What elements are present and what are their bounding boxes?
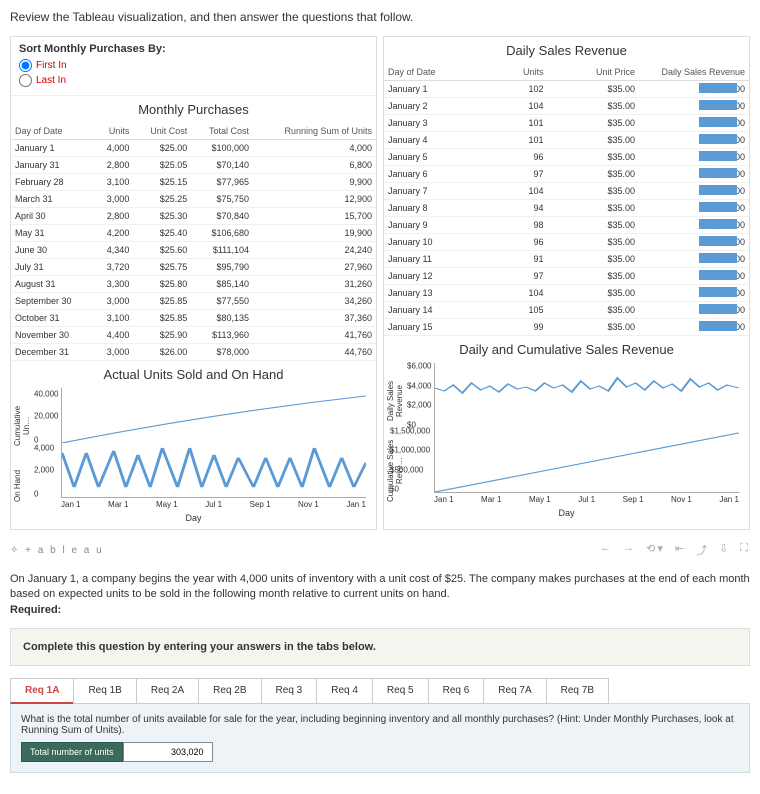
table-row: January 596$35.00$3,360.00: [384, 149, 749, 166]
table-row: January 4101$35.00$3,535.00: [384, 132, 749, 149]
tableau-viz: Sort Monthly Purchases By: First In Last…: [10, 36, 750, 530]
answer-label: Total number of units: [21, 742, 123, 762]
actual-chart-title: Actual Units Sold and On Hand: [11, 361, 376, 388]
download-icon[interactable]: ⇩: [719, 542, 730, 558]
col-daily-rev: Daily Sales Revenue: [639, 64, 749, 81]
sort-title: Sort Monthly Purchases By:: [19, 43, 368, 55]
tab-req-1a[interactable]: Req 1A: [10, 678, 74, 704]
tab-req-3[interactable]: Req 3: [261, 678, 318, 704]
tab-req-7b[interactable]: Req 7B: [546, 678, 609, 704]
tab-req-5[interactable]: Req 5: [372, 678, 429, 704]
col-date: Day of Date: [11, 123, 94, 140]
table-row: January 3101$35.00$3,535.00: [384, 115, 749, 132]
x-axis-label-right: Day: [384, 508, 749, 518]
tab-req-4[interactable]: Req 4: [316, 678, 373, 704]
x-axis-label: Day: [11, 513, 376, 523]
undo-icon[interactable]: ←: [600, 542, 613, 558]
daily-table: Day of Date Units Unit Price Daily Sales…: [384, 64, 749, 336]
tab-req-2b[interactable]: Req 2B: [198, 678, 261, 704]
tab-req-6[interactable]: Req 6: [428, 678, 485, 704]
redo-icon[interactable]: →: [623, 542, 636, 558]
monthly-table: Day of Date Units Unit Cost Total Cost R…: [11, 123, 376, 361]
table-row: January 1102$35.00$3,570.00: [384, 81, 749, 98]
tab-req-1b[interactable]: Req 1B: [73, 678, 136, 704]
scenario-description: On January 1, a company begins the year …: [10, 572, 750, 618]
table-row: January 312,800$25.05$70,1406,800: [11, 157, 376, 174]
table-row: January 998$35.00$3,430.00: [384, 217, 749, 234]
table-row: April 302,800$25.30$70,84015,700: [11, 208, 376, 225]
question-text: What is the total number of units availa…: [21, 714, 739, 736]
table-row: February 283,100$25.15$77,9659,900: [11, 174, 376, 191]
cum-chart[interactable]: Daily Sales Revenue $6,000 $4,000 $2,000…: [384, 363, 749, 524]
y-axis-cumulative: Cumulative Un…: [13, 398, 31, 453]
y-axis-daily-rev: Daily Sales Revenue: [386, 368, 404, 433]
table-row: November 304,400$25.90$113,96041,760: [11, 327, 376, 344]
required-label: Required:: [10, 604, 61, 616]
table-row: January 14,000$25.00$100,0004,000: [11, 140, 376, 157]
onhand-panel: 4,000 2,000 0: [61, 443, 366, 498]
tab-req-2a[interactable]: Req 2A: [136, 678, 199, 704]
radio-first-in[interactable]: First In: [19, 59, 368, 72]
cum-chart-title: Daily and Cumulative Sales Revenue: [384, 336, 749, 363]
table-row: January 1096$35.00$3,360.00: [384, 234, 749, 251]
question-panel: What is the total number of units availa…: [10, 703, 750, 773]
col-daily-date: Day of Date: [384, 64, 492, 81]
tableau-logo: ✧ + a b l e a u: [10, 545, 104, 556]
table-row: January 7104$35.00$3,640.00: [384, 183, 749, 200]
col-unit-cost: Unit Cost: [133, 123, 191, 140]
table-row: January 13104$35.00$3,640.00: [384, 285, 749, 302]
table-row: January 14105$35.00$3,675.00: [384, 302, 749, 319]
radio-last-in-label: Last In: [36, 75, 66, 86]
tableau-footer: ✧ + a b l e a u ← → ⟲▾ ⇤ ⤴ ⇩ ⛶: [10, 538, 750, 562]
monthly-title: Monthly Purchases: [11, 96, 376, 123]
col-daily-units: Units: [492, 64, 547, 81]
table-row: May 314,200$25.40$106,68019,900: [11, 225, 376, 242]
cumulative-units-panel: 40,000 20,000 0: [61, 388, 366, 443]
page-instruction: Review the Tableau visualization, and th…: [10, 10, 750, 24]
table-row: August 313,300$25.80$85,14031,260: [11, 276, 376, 293]
radio-first-in-input[interactable]: [19, 59, 32, 72]
table-row: January 1599$35.00$3,465.00: [384, 319, 749, 336]
col-total-cost: Total Cost: [191, 123, 253, 140]
table-row: January 697$35.00$3,395.00: [384, 166, 749, 183]
table-row: September 303,000$25.85$77,55034,260: [11, 293, 376, 310]
actual-chart[interactable]: Cumulative Un… 40,000 20,000 0 On Hand 4…: [11, 388, 376, 529]
col-units: Units: [94, 123, 133, 140]
share-icon[interactable]: ⤴: [696, 542, 709, 558]
table-row: March 313,000$25.25$75,75012,900: [11, 191, 376, 208]
table-row: January 2104$35.00$3,640.00: [384, 98, 749, 115]
table-row: October 313,100$25.85$80,13537,360: [11, 310, 376, 327]
home-icon[interactable]: ⇤: [675, 542, 686, 558]
radio-last-in-input[interactable]: [19, 74, 32, 87]
col-daily-price: Unit Price: [548, 64, 640, 81]
revert-icon[interactable]: ⟲▾: [646, 542, 665, 558]
answer-input[interactable]: [123, 742, 213, 762]
radio-first-in-label: First In: [36, 60, 67, 71]
daily-title: Daily Sales Revenue: [384, 37, 749, 64]
cum-rev-panel: $1,500,000 $1,000,000 $500,000 $0: [434, 428, 739, 493]
sort-controls: Sort Monthly Purchases By: First In Last…: [11, 37, 376, 96]
fullscreen-icon[interactable]: ⛶: [740, 542, 750, 558]
col-running: Running Sum of Units: [253, 123, 376, 140]
table-row: January 1297$35.00$3,395.00: [384, 268, 749, 285]
tab-req-7a[interactable]: Req 7A: [483, 678, 546, 704]
y-axis-onhand: On Hand: [13, 458, 22, 513]
table-row: January 1191$35.00$3,185.00: [384, 251, 749, 268]
table-row: July 313,720$25.75$95,79027,960: [11, 259, 376, 276]
table-row: June 304,340$25.60$111,10424,240: [11, 242, 376, 259]
complete-instruction: Complete this question by entering your …: [10, 628, 750, 666]
radio-last-in[interactable]: Last In: [19, 74, 368, 87]
table-row: December 313,000$26.00$78,00044,760: [11, 344, 376, 361]
req-tabs: Req 1AReq 1BReq 2AReq 2BReq 3Req 4Req 5R…: [10, 678, 750, 704]
table-row: January 894$35.00$3,290.00: [384, 200, 749, 217]
daily-rev-panel: $6,000 $4,000 $2,000 $0: [434, 363, 739, 428]
